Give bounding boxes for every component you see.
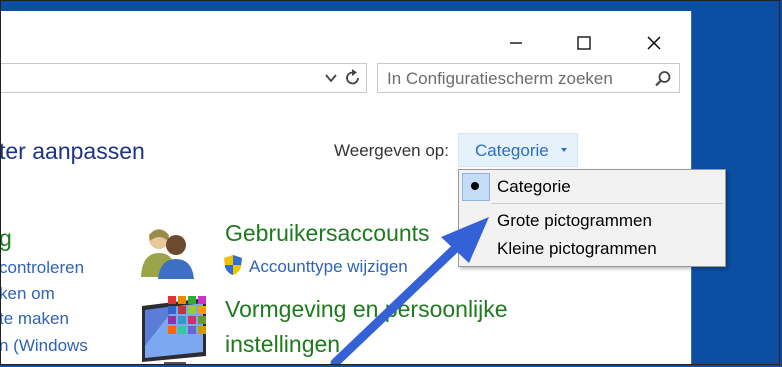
screenshot-frame: In Configuratiescherm zoeken ter aanpass…: [0, 0, 780, 365]
annotation-arrow-icon: [330, 217, 489, 364]
